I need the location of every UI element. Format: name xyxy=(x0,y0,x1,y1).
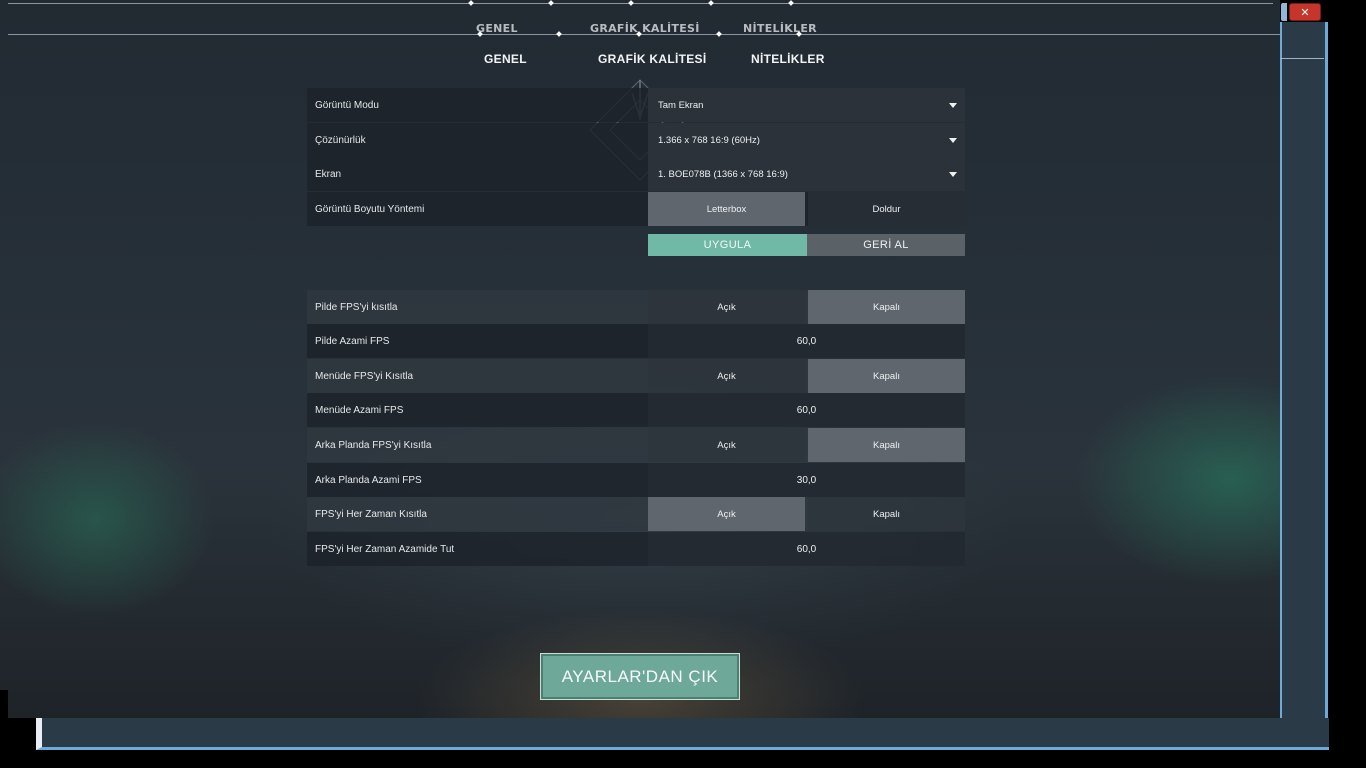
battery-max-fps-row: Pilde Azami FPS 60,0 xyxy=(307,324,965,358)
menu-fps-limit-label: Menüde FPS'yi Kısıtla xyxy=(315,370,414,382)
menu-max-fps-row: Menüde Azami FPS 60,0 xyxy=(307,393,965,427)
battery-fps-limit-row: Pilde FPS'yi kısıtla Açık Kapalı xyxy=(307,290,965,324)
resolution-value: 1.366 x 768 16:9 (60Hz) xyxy=(658,134,760,146)
caret-down-icon xyxy=(949,138,957,143)
battery-fps-limit-on[interactable]: Açık xyxy=(648,290,805,324)
background-fps-limit-row: Arka Planda FPS'yi Kısıtla Açık Kapalı xyxy=(307,428,965,462)
exit-settings-button[interactable]: AYARLAR'DAN ÇIK xyxy=(540,653,740,700)
aspect-method-label: Görüntü Boyutu Yöntemi xyxy=(315,203,425,215)
background-max-fps-field: 30,0 xyxy=(648,463,965,497)
revert-button[interactable]: GERİ AL xyxy=(807,234,965,256)
menu-fps-limit-on[interactable]: Açık xyxy=(648,359,805,393)
battery-max-fps-field: 60,0 xyxy=(648,324,965,358)
menu-max-fps-label: Menüde Azami FPS xyxy=(315,404,404,416)
fill-option[interactable]: Doldur xyxy=(808,192,965,226)
menu-fps-limit-off[interactable]: Kapalı xyxy=(808,359,965,393)
always-max-fps-row: FPS'yi Her Zaman Azamide Tut 60,0 xyxy=(307,532,965,566)
aspect-method-toggle: Letterbox Doldur xyxy=(648,192,965,226)
menu-max-fps-input[interactable]: 60,0 xyxy=(648,393,965,427)
background-fps-limit-off[interactable]: Kapalı xyxy=(808,428,965,462)
always-max-fps-label: FPS'yi Her Zaman Azamide Tut xyxy=(315,543,455,555)
caret-down-icon xyxy=(949,103,957,108)
background-fps-limit-toggle: Açık Kapalı xyxy=(648,428,965,462)
window-frame xyxy=(1280,22,1328,750)
background-max-fps-label: Arka Planda Azami FPS xyxy=(315,474,422,486)
monitor-label: Ekran xyxy=(315,168,342,180)
ghost-tab-graphics: GRAFİK KALİTESİ xyxy=(590,22,700,35)
always-fps-limit-label: FPS'yi Her Zaman Kısıtla xyxy=(315,508,427,520)
menu-fps-limit-toggle: Açık Kapalı xyxy=(648,359,965,393)
resolution-row: Çözünürlük 1.366 x 768 16:9 (60Hz) xyxy=(307,123,965,157)
letterbox-option[interactable]: Letterbox xyxy=(648,192,805,226)
display-mode-dropdown[interactable]: Tam Ekran xyxy=(648,88,965,122)
window-minimize-edge[interactable] xyxy=(1281,3,1287,21)
close-icon: ✕ xyxy=(1300,5,1310,19)
window-bottom-frame xyxy=(36,718,1329,750)
always-fps-limit-on[interactable]: Açık xyxy=(648,497,805,531)
tab-attributes[interactable]: NİTELİKLER xyxy=(751,52,825,66)
menu-max-fps-field: 60,0 xyxy=(648,393,965,427)
always-max-fps-field: 60,0 xyxy=(648,532,965,566)
battery-fps-limit-label: Pilde FPS'yi kısıtla xyxy=(315,301,398,313)
display-mode-row: Görüntü Modu Tam Ekran xyxy=(307,88,965,122)
always-fps-limit-off[interactable]: Kapalı xyxy=(808,497,965,531)
battery-fps-limit-toggle: Açık Kapalı xyxy=(648,290,965,324)
apply-button[interactable]: UYGULA xyxy=(648,234,807,256)
resolution-dropdown[interactable]: 1.366 x 768 16:9 (60Hz) xyxy=(648,123,965,157)
window-close-button[interactable]: ✕ xyxy=(1289,3,1321,21)
always-max-fps-input[interactable]: 60,0 xyxy=(648,532,965,566)
background-max-fps-input[interactable]: 30,0 xyxy=(648,463,965,497)
background-max-fps-row: Arka Planda Azami FPS 30,0 xyxy=(307,463,965,497)
battery-fps-limit-off[interactable]: Kapalı xyxy=(808,290,965,324)
monitor-row: Ekran 1. BOE078B (1366 x 768 16:9) xyxy=(307,157,965,191)
tab-graphics-quality[interactable]: GRAFİK KALİTESİ xyxy=(598,52,707,66)
battery-max-fps-input[interactable]: 60,0 xyxy=(648,324,965,358)
aspect-method-row: Görüntü Boyutu Yöntemi Letterbox Doldur xyxy=(307,192,965,226)
background-fps-limit-on[interactable]: Açık xyxy=(648,428,805,462)
monitor-dropdown[interactable]: 1. BOE078B (1366 x 768 16:9) xyxy=(648,157,965,191)
display-mode-value: Tam Ekran xyxy=(658,99,704,111)
monitor-value: 1. BOE078B (1366 x 768 16:9) xyxy=(658,168,788,180)
menu-fps-limit-row: Menüde FPS'yi Kısıtla Açık Kapalı xyxy=(307,359,965,393)
battery-max-fps-label: Pilde Azami FPS xyxy=(315,335,390,347)
always-fps-limit-row: FPS'yi Her Zaman Kısıtla Açık Kapalı xyxy=(307,497,965,531)
ghost-tab-attributes: NİTELİKLER xyxy=(743,22,817,35)
resolution-label: Çözünürlük xyxy=(315,134,366,146)
always-fps-limit-toggle: Açık Kapalı xyxy=(648,497,965,531)
window-frame-divider xyxy=(1280,58,1324,59)
tab-general[interactable]: GENEL xyxy=(484,52,527,66)
ghost-top-line xyxy=(8,3,1273,4)
desktop-strip xyxy=(0,690,8,718)
caret-down-icon xyxy=(949,172,957,177)
background-fps-limit-label: Arka Planda FPS'yi Kısıtla xyxy=(315,439,432,451)
display-mode-label: Görüntü Modu xyxy=(315,99,379,111)
